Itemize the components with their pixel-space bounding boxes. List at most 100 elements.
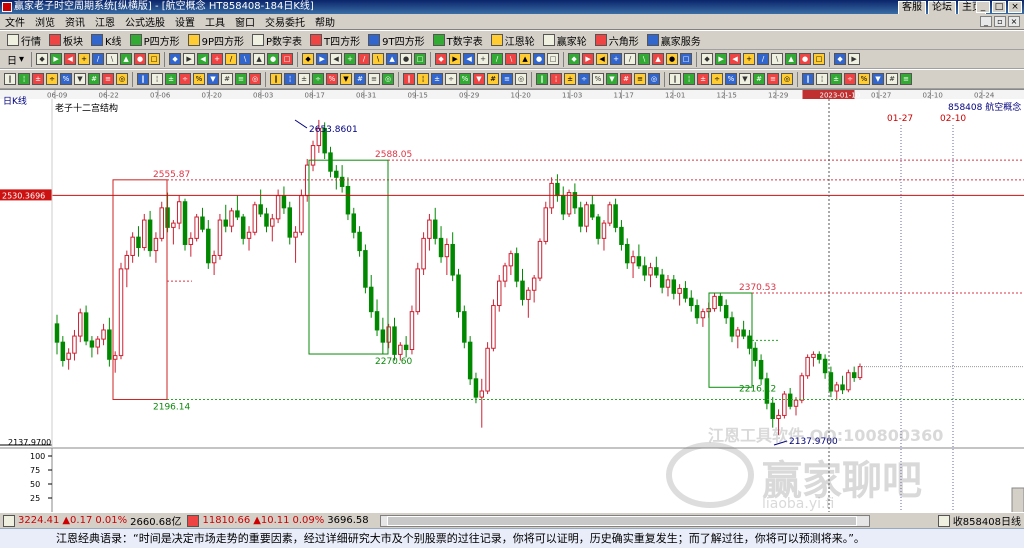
analysis-tool-43-icon[interactable]: ≡ bbox=[634, 73, 646, 85]
analysis-tool-51-icon[interactable]: # bbox=[753, 73, 765, 85]
draw-tool-54-icon[interactable]: ◆ bbox=[834, 53, 847, 65]
candle-body[interactable] bbox=[636, 256, 642, 267]
candle-body[interactable] bbox=[526, 289, 531, 300]
candle-body[interactable] bbox=[560, 195, 566, 215]
analysis-tool-55-icon[interactable]: ¦ bbox=[816, 73, 828, 85]
candle-body[interactable] bbox=[828, 372, 834, 392]
analysis-tool-8-icon[interactable]: ◎ bbox=[116, 73, 128, 85]
draw-tool-6-icon[interactable]: ▲ bbox=[120, 53, 133, 65]
analysis-tool-25-icon[interactable]: ≡ bbox=[368, 73, 380, 85]
toolbar-button-7[interactable]: 9T四方形 bbox=[365, 32, 427, 48]
candle-body[interactable] bbox=[514, 253, 519, 282]
candle-body[interactable] bbox=[601, 222, 607, 239]
analysis-tool-35-icon[interactable]: ◎ bbox=[515, 73, 527, 85]
candle-body[interactable] bbox=[136, 236, 141, 249]
analysis-tool-22-icon[interactable]: % bbox=[326, 73, 338, 85]
draw-tool-38-icon[interactable]: ◀ bbox=[596, 53, 609, 65]
mdi-minimize-icon[interactable]: _ bbox=[980, 16, 992, 27]
candle-body[interactable] bbox=[776, 414, 781, 419]
draw-tool-12-icon[interactable]: + bbox=[211, 53, 224, 65]
candle-body[interactable] bbox=[363, 250, 368, 288]
candle-body[interactable] bbox=[485, 347, 490, 392]
candle-body[interactable] bbox=[217, 219, 223, 256]
maximize-icon[interactable]: □ bbox=[992, 1, 1006, 13]
toolbar-button-9[interactable]: 江恩轮 bbox=[488, 32, 538, 48]
candle-body[interactable] bbox=[729, 317, 735, 337]
toolbar-button-3[interactable]: P四方形 bbox=[127, 32, 183, 48]
candle-body[interactable] bbox=[281, 195, 287, 209]
draw-tool-18-icon[interactable]: ◆ bbox=[302, 53, 315, 65]
candle-body[interactable] bbox=[112, 355, 118, 360]
analysis-tool-4-icon[interactable]: % bbox=[60, 73, 72, 85]
candle-body[interactable] bbox=[555, 182, 560, 197]
draw-tool-21-icon[interactable]: + bbox=[344, 53, 357, 65]
draw-tool-9-icon[interactable]: ◆ bbox=[169, 53, 182, 65]
toolbar-button-12[interactable]: 赢家服务 bbox=[644, 32, 704, 48]
analysis-tool-18-icon[interactable]: ‖ bbox=[270, 73, 282, 85]
candle-body[interactable] bbox=[462, 311, 467, 343]
candle-body[interactable] bbox=[107, 329, 112, 360]
index-sh[interactable]: 3224.41 ▲0.17 0.01% 2660.68亿 bbox=[0, 513, 184, 528]
menu-window[interactable]: 窗口 bbox=[230, 14, 260, 29]
candle-body[interactable] bbox=[811, 353, 816, 358]
candle-body[interactable] bbox=[700, 311, 706, 319]
candle-body[interactable] bbox=[275, 195, 281, 220]
candle-body[interactable] bbox=[438, 237, 444, 258]
candle-body[interactable] bbox=[834, 384, 839, 392]
candle-body[interactable] bbox=[630, 256, 636, 264]
draw-tool-25-icon[interactable]: ● bbox=[400, 53, 413, 65]
candle-body[interactable] bbox=[607, 204, 613, 224]
menu-trade[interactable]: 交易委托 bbox=[260, 14, 310, 29]
candle-body[interactable] bbox=[270, 218, 275, 227]
candle-body[interactable] bbox=[101, 329, 106, 340]
menu-browse[interactable]: 浏览 bbox=[30, 14, 60, 29]
analysis-tool-39-icon[interactable]: ÷ bbox=[578, 73, 590, 85]
candle-body[interactable] bbox=[747, 335, 752, 349]
draw-tool-41-icon[interactable]: \ bbox=[638, 53, 651, 65]
candle-body[interactable] bbox=[723, 305, 729, 319]
analysis-tool-41-icon[interactable]: ▼ bbox=[606, 73, 618, 85]
candle-body[interactable] bbox=[572, 192, 578, 209]
candle-body[interactable] bbox=[718, 295, 723, 307]
analysis-tool-49-icon[interactable]: % bbox=[725, 73, 737, 85]
candle-body[interactable] bbox=[339, 176, 345, 187]
toolbar-button-11[interactable]: 六角形 bbox=[592, 32, 642, 48]
draw-tool-40-icon[interactable]: / bbox=[624, 53, 637, 65]
analysis-tool-50-icon[interactable]: ▼ bbox=[739, 73, 751, 85]
candle-body[interactable] bbox=[619, 226, 624, 245]
candle-body[interactable] bbox=[171, 222, 176, 228]
draw-tool-8-icon[interactable]: □ bbox=[148, 53, 161, 65]
draw-tool-24-icon[interactable]: ▲ bbox=[386, 53, 399, 65]
draw-tool-37-icon[interactable]: ▶ bbox=[582, 53, 595, 65]
candle-body[interactable] bbox=[793, 399, 799, 407]
menu-gann[interactable]: 江恩 bbox=[90, 14, 120, 29]
draw-tool-44-icon[interactable]: □ bbox=[680, 53, 693, 65]
analysis-tool-10-icon[interactable]: ¦ bbox=[151, 73, 163, 85]
analysis-tool-21-icon[interactable]: ÷ bbox=[312, 73, 324, 85]
analysis-tool-5-icon[interactable]: ▼ bbox=[74, 73, 86, 85]
analysis-tool-42-icon[interactable]: # bbox=[620, 73, 632, 85]
chart-area[interactable]: 06-09 06-22 07-06 07-20 08-03 08-17 08-31 09-15… bbox=[0, 89, 1024, 513]
draw-tool-52-icon[interactable]: ● bbox=[799, 53, 812, 65]
analysis-tool-20-icon[interactable]: ± bbox=[298, 73, 310, 85]
candle-body[interactable] bbox=[671, 279, 677, 294]
index-sz[interactable]: 11810.66 ▲10.11 0.09% 3696.58 bbox=[184, 514, 371, 527]
analysis-tool-36-icon[interactable]: ‖ bbox=[536, 73, 548, 85]
draw-tool-23-icon[interactable]: \ bbox=[372, 53, 385, 65]
analysis-tool-37-icon[interactable]: ¦ bbox=[550, 73, 562, 85]
analysis-tool-38-icon[interactable]: ± bbox=[564, 73, 576, 85]
menu-file[interactable]: 文件 bbox=[0, 14, 30, 29]
candle-body[interactable] bbox=[432, 219, 438, 239]
analysis-tool-52-icon[interactable]: ≡ bbox=[767, 73, 779, 85]
candle-body[interactable] bbox=[741, 329, 746, 337]
candle-body[interactable] bbox=[758, 359, 764, 380]
draw-tool-10-icon[interactable]: ▶ bbox=[183, 53, 196, 65]
menu-tools[interactable]: 工具 bbox=[200, 14, 230, 29]
draw-tool-22-icon[interactable]: / bbox=[358, 53, 371, 65]
candle-body[interactable] bbox=[246, 231, 252, 239]
candle-body[interactable] bbox=[817, 353, 822, 360]
menu-settings[interactable]: 设置 bbox=[170, 14, 200, 29]
candle-body[interactable] bbox=[543, 207, 549, 242]
candle-body[interactable] bbox=[753, 347, 758, 361]
candle-body[interactable] bbox=[200, 216, 205, 230]
